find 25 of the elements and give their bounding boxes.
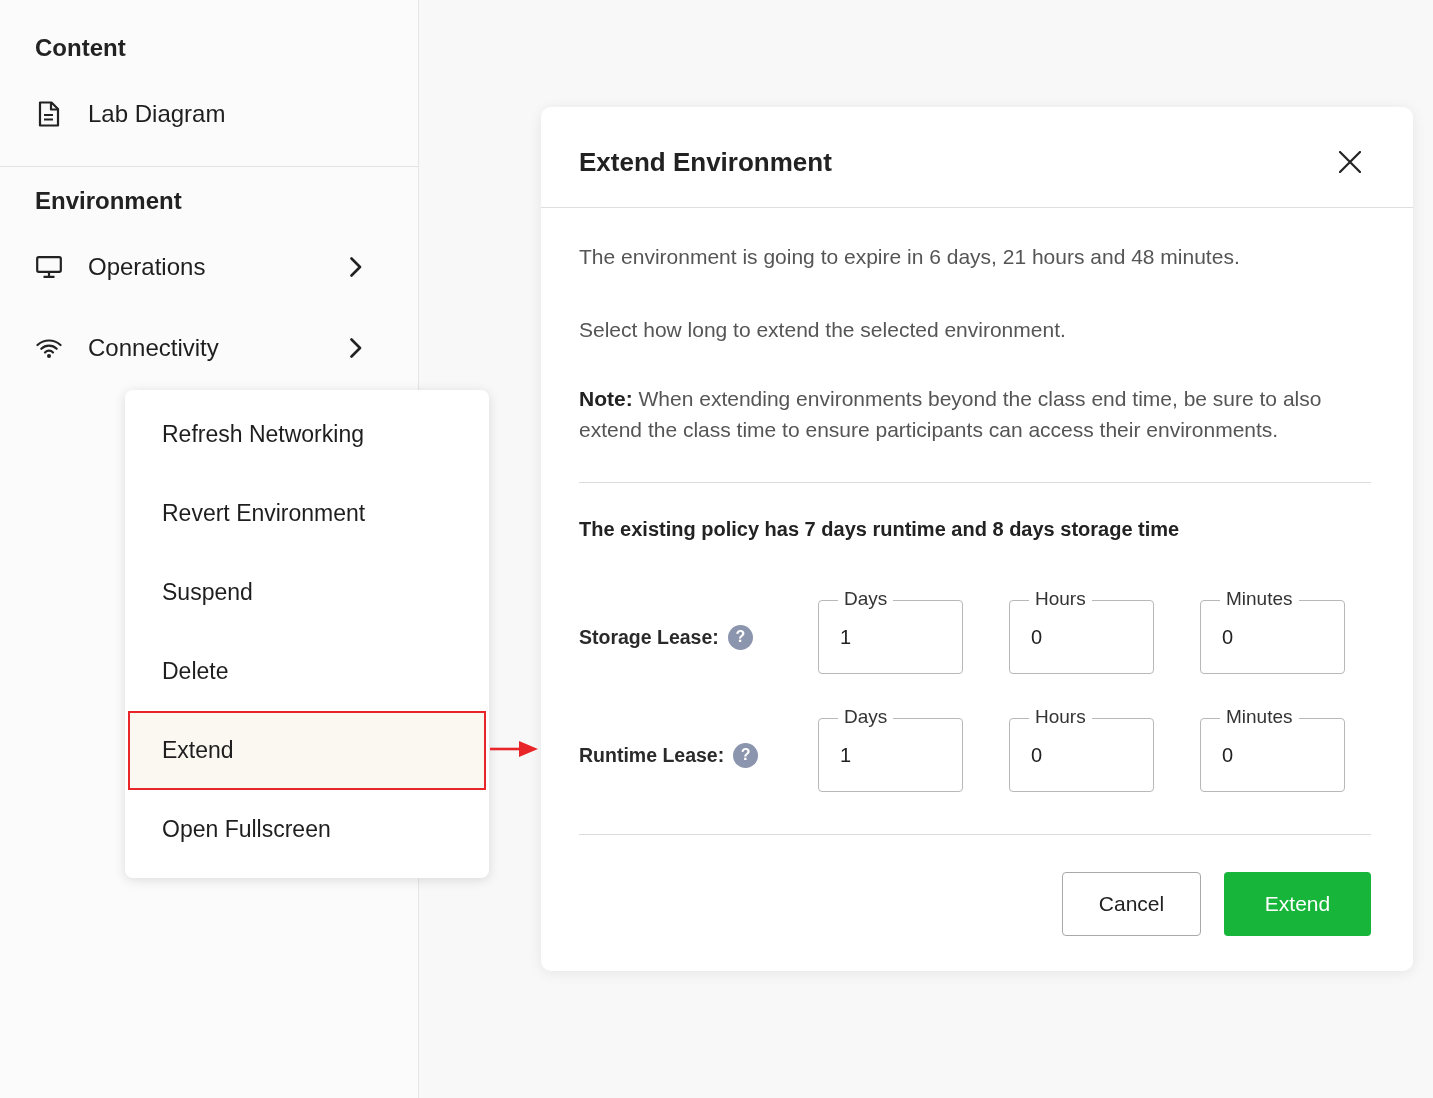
dialog-text: Note: When extending environments beyond the class end time, be sure to also extend the class time to ensure participants can access their environments. — [579, 386, 1323, 443]
close-icon — [1339, 151, 1361, 173]
dialog-text: The environment is going to expire in 6 days, 21 hours and 48 minutes. — [579, 244, 1241, 270]
document-icon — [38, 100, 60, 127]
sidebar-item[interactable]: Operations — [35, 236, 362, 297]
sidebar-item[interactable]: Connectivity — [35, 317, 362, 378]
policy-text: The existing policy has 7 days runtime and 8 days storage time — [579, 517, 1181, 542]
menu-item[interactable]: Revert Environment — [128, 474, 486, 553]
close-button[interactable] — [1339, 151, 1361, 173]
wifi-icon — [36, 337, 62, 358]
monitor-icon — [36, 255, 62, 278]
menu-item[interactable]: Extend — [128, 711, 486, 790]
menu-item[interactable]: Open Fullscreen — [128, 790, 486, 869]
menu-item[interactable]: Delete — [128, 632, 486, 711]
menu-item[interactable]: Refresh Networking — [128, 395, 486, 474]
sidebar-item[interactable]: Lab Diagram — [35, 83, 362, 144]
dialog-title: Extend Environment — [579, 146, 832, 178]
arrow-icon — [490, 740, 538, 758]
menu-item[interactable]: Suspend — [128, 553, 486, 632]
section-heading: Environment — [35, 186, 183, 216]
cancel-button[interactable]: Cancel — [1062, 872, 1201, 936]
dialog-text: Select how long to extend the selected environment. — [579, 317, 1067, 343]
lease-label: Runtime Lease: — [579, 743, 725, 767]
lease-label: Storage Lease: — [579, 625, 719, 649]
section-heading: Content — [35, 33, 127, 63]
